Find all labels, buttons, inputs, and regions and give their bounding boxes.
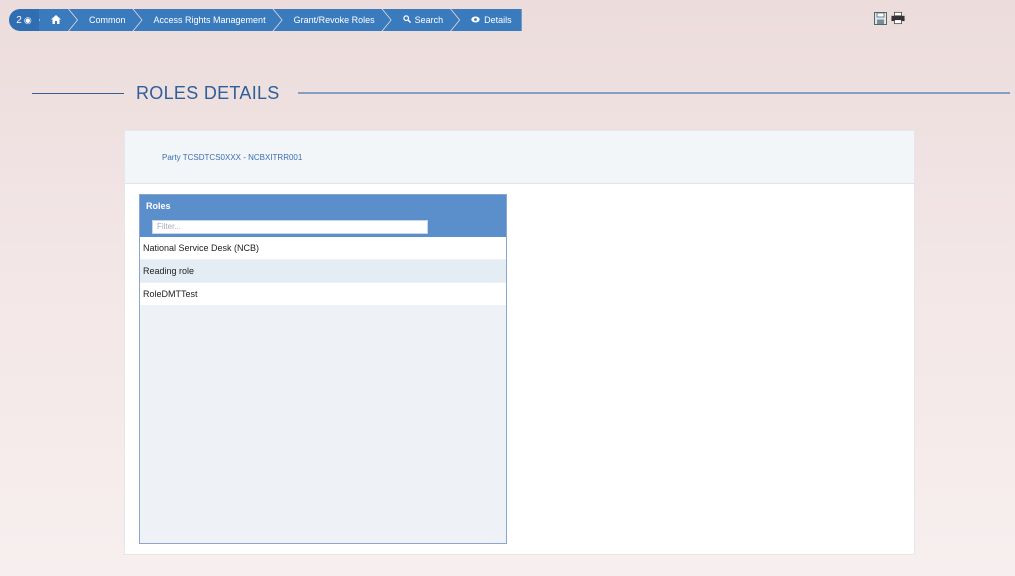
breadcrumb-search[interactable]: Search bbox=[383, 9, 460, 31]
roles-list: Roles National Service Desk (NCB) Readin… bbox=[139, 194, 507, 544]
list-item[interactable]: Reading role bbox=[140, 260, 506, 283]
print-icon[interactable] bbox=[891, 11, 905, 25]
role-label: RoleDMTTest bbox=[143, 289, 198, 299]
breadcrumb-label: Grant/Revoke Roles bbox=[293, 15, 375, 25]
history-count: 2 bbox=[16, 14, 22, 26]
list-item[interactable]: RoleDMTTest bbox=[140, 283, 506, 306]
home-icon bbox=[51, 15, 61, 26]
breadcrumb: 2 ◉ Common Access Rights Management Gran… bbox=[9, 9, 522, 31]
roles-header: Roles bbox=[140, 195, 506, 216]
breadcrumb-label: Search bbox=[414, 15, 444, 25]
breadcrumb-label: Access Rights Management bbox=[153, 15, 266, 25]
details-panel: Party TCSDTCS0XXX - NCBXITRR001 Roles Na… bbox=[124, 130, 915, 555]
breadcrumb-access-rights-management[interactable]: Access Rights Management bbox=[134, 9, 282, 31]
roles-filter-input[interactable] bbox=[152, 219, 428, 234]
title-rule-left bbox=[32, 93, 124, 94]
roles-header-label: Roles bbox=[146, 200, 171, 211]
breadcrumb-details[interactable]: Details bbox=[451, 9, 522, 31]
party-label: Party TCSDTCS0XXX - NCBXITRR001 bbox=[162, 152, 303, 162]
breadcrumb-label: Details bbox=[484, 15, 512, 25]
breadcrumb-grant-revoke-roles[interactable]: Grant/Revoke Roles bbox=[274, 9, 391, 31]
role-label: Reading role bbox=[143, 266, 195, 276]
search-icon bbox=[403, 15, 411, 26]
breadcrumb-label: Common bbox=[89, 15, 126, 25]
breadcrumb-common[interactable]: Common bbox=[69, 9, 142, 31]
eye-icon bbox=[471, 15, 480, 26]
toolbar bbox=[873, 11, 905, 25]
role-label: National Service Desk (NCB) bbox=[143, 243, 260, 253]
eye-icon: ◉ bbox=[23, 14, 32, 25]
save-icon[interactable] bbox=[873, 11, 887, 25]
list-item[interactable]: National Service Desk (NCB) bbox=[140, 237, 506, 260]
history-badge[interactable]: 2 ◉ bbox=[9, 9, 39, 31]
page-title: ROLES DETAILS bbox=[136, 83, 280, 103]
party-header: Party TCSDTCS0XXX - NCBXITRR001 bbox=[125, 131, 914, 184]
filter-row bbox=[140, 216, 506, 237]
title-rule-right bbox=[298, 92, 1010, 94]
